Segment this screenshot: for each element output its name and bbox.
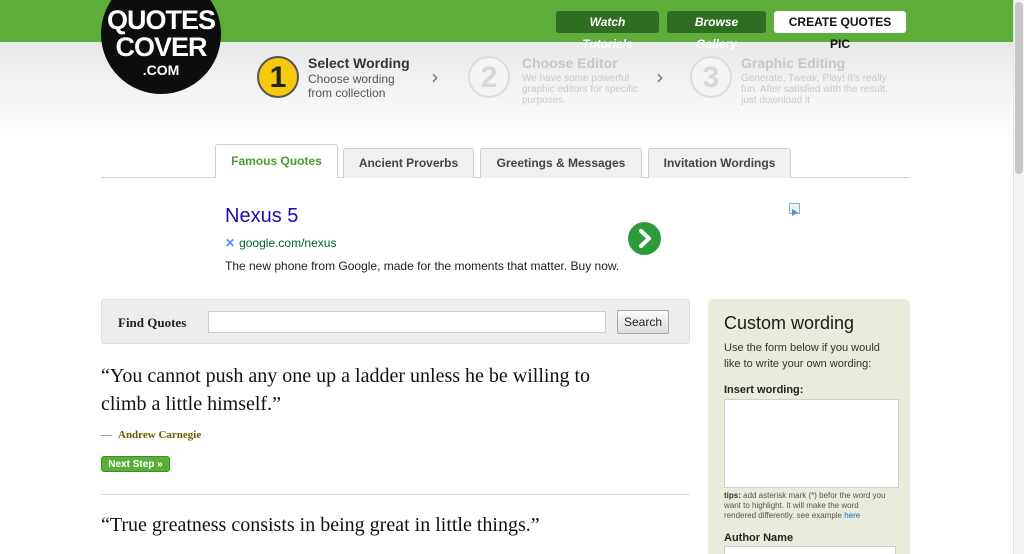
ad-title-link[interactable]: Nexus 5 — [225, 205, 298, 228]
next-step-button[interactable]: Next Step » — [101, 456, 170, 472]
find-quotes-input[interactable] — [208, 311, 606, 333]
chevron-right-icon — [639, 229, 651, 248]
quote-dash: — — [101, 429, 112, 441]
step-1-number-icon: 1 — [257, 56, 299, 98]
tab-greetings-messages[interactable]: Greetings & Messages — [480, 148, 642, 178]
custom-wording-title: Custom wording — [724, 313, 855, 333]
step-3-title: Graphic Editing — [741, 55, 846, 71]
chevron-right-icon: › — [656, 65, 664, 89]
step-2-title: Choose Editor — [522, 55, 618, 71]
logo-text-com: .COM — [142, 62, 180, 78]
step-2-number-icon: 2 — [468, 56, 510, 98]
ad-close-x-icon: ✕ — [225, 236, 236, 250]
insert-wording-textarea[interactable] — [724, 399, 899, 488]
find-quotes-label: Find Quotes — [118, 315, 187, 330]
step-3-description: Generate, Tweak, Play! It's really fun. … — [741, 73, 888, 106]
tab-famous-quotes[interactable]: Famous Quotes — [215, 144, 338, 178]
tab-invitation-wordings[interactable]: Invitation Wordings — [648, 148, 791, 178]
search-button[interactable]: Search — [617, 310, 669, 334]
browse-gallery-button[interactable]: Browse Gallery — [667, 11, 766, 51]
step-3-number-icon: 3 — [690, 56, 732, 98]
create-quotes-pic-button[interactable]: CREATE QUOTES PIC — [774, 11, 906, 51]
quote-author[interactable]: — Andrew Carnegie — [101, 429, 201, 441]
quote-text[interactable]: “True greatness consists in being great … — [101, 511, 691, 539]
ad-arrow-button[interactable] — [628, 222, 661, 255]
tab-ancient-proverbs[interactable]: Ancient Proverbs — [343, 148, 474, 178]
ad-url[interactable]: ✕ google.com/nexus — [225, 236, 336, 250]
step-2-description: We have some powerful graphic editors fo… — [522, 73, 639, 106]
logo-text-cover: COVER — [115, 32, 207, 62]
ad-choices-icon[interactable] — [789, 203, 800, 216]
author-name-input[interactable] — [724, 546, 896, 554]
insert-wording-label: Insert wording: — [724, 384, 804, 396]
ad-url-text[interactable]: google.com/nexus — [239, 236, 336, 250]
step-1-title: Select Wording — [308, 55, 410, 71]
tips-example-link[interactable]: here — [844, 511, 860, 520]
quote-text[interactable]: “You cannot push any one up a ladder unl… — [101, 362, 691, 418]
watch-tutorials-button[interactable]: Watch Tutorials — [556, 11, 659, 51]
quote-separator — [101, 494, 690, 495]
tips-text: tips: add asterisk mark (*) befor the wo… — [724, 491, 886, 520]
logo-text-quotes: QUOTES — [106, 5, 216, 35]
custom-wording-description: Use the form below if you would like to … — [724, 342, 880, 370]
ad-description: The new phone from Google, made for the … — [225, 259, 620, 273]
scrollbar-thumb[interactable] — [1015, 2, 1023, 174]
author-name-label: Author Name — [724, 532, 794, 544]
chevron-right-icon: › — [431, 65, 439, 89]
step-1-description: Choose wording from collection — [308, 72, 395, 100]
